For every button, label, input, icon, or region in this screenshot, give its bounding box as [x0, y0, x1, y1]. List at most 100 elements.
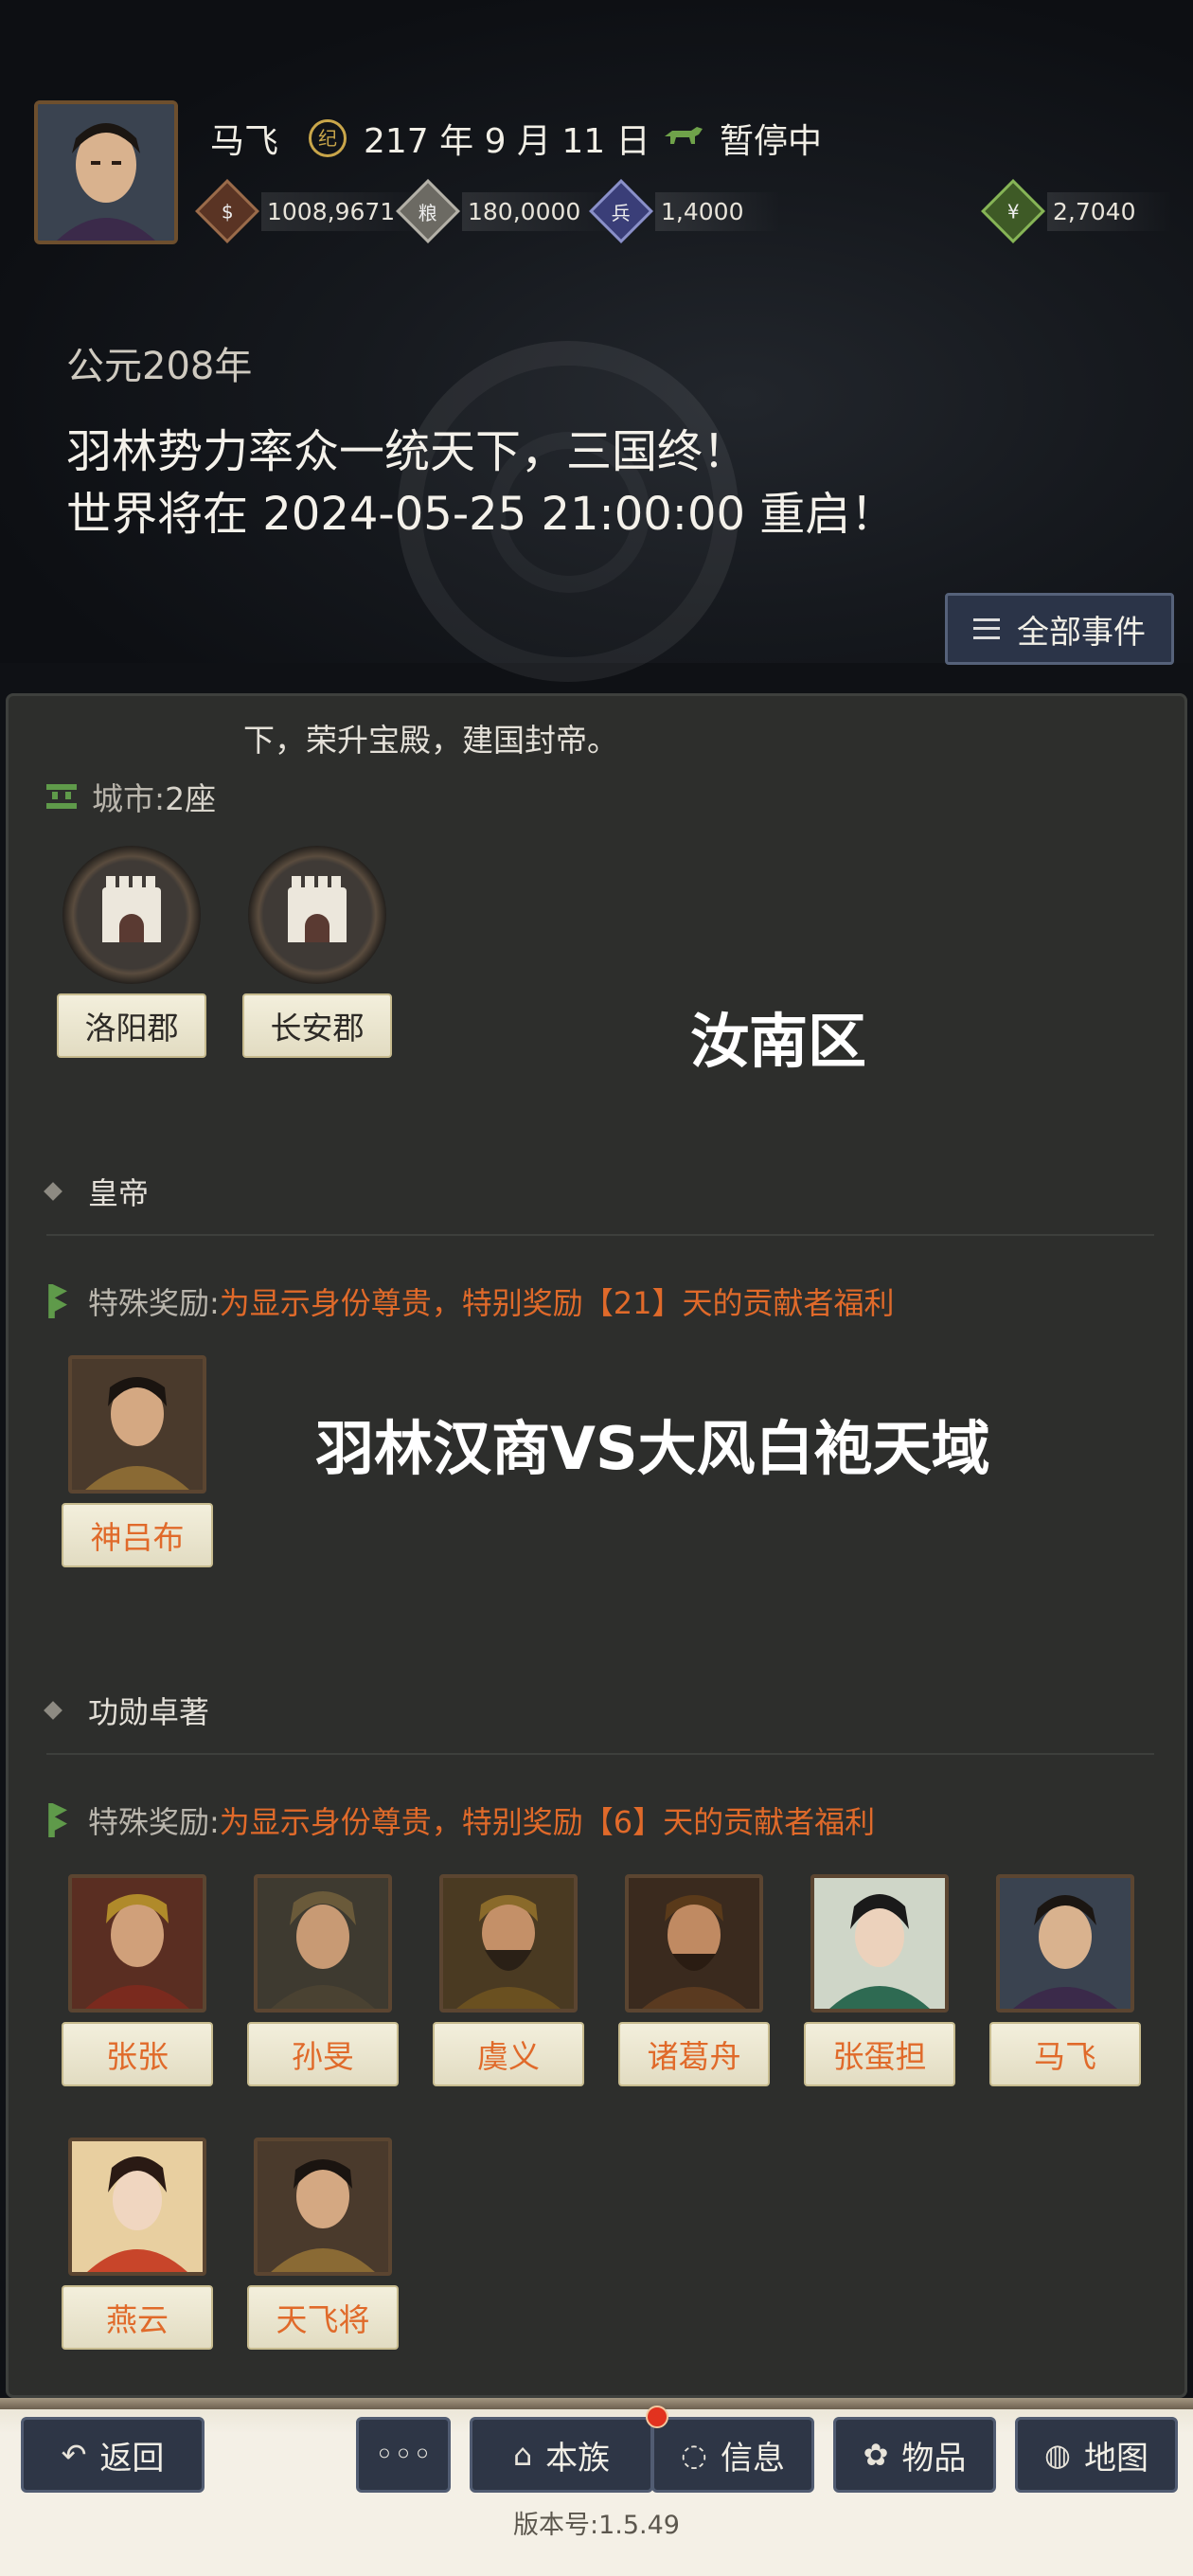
more-button[interactable]: ◦◦◦ [356, 2417, 451, 2493]
section-title-text: 皇帝 [88, 1175, 150, 1211]
hero-portrait [68, 2138, 206, 2276]
hero-card[interactable]: 孙旻 [247, 1874, 399, 2086]
server-overlay-text: 汝南区 [690, 1007, 867, 1076]
reward-text: 为显示身份尊贵，特别奖励【21】天的贡献者福利 [219, 1285, 895, 1321]
announcement-line-1: 羽林势力率众一统天下，三国终！ [66, 425, 749, 478]
emperor-section-title: 皇帝 [44, 1170, 150, 1213]
hero-card[interactable]: 燕云 [62, 2138, 213, 2350]
section-title-text: 功勋卓著 [88, 1694, 210, 1730]
resource-value: 2,7040 [1047, 191, 1174, 231]
status-header: 马飞 纪 217 年 9 月 11 日 暂停中 $ 1008,9671 粮 18… [0, 0, 1193, 682]
diamond-bullet-icon [44, 1701, 62, 1720]
menu-icon [973, 618, 1000, 639]
button-label: 本族 [545, 2439, 611, 2478]
all-events-button[interactable]: 全部事件 [945, 593, 1174, 665]
reward-text: 为显示身份尊贵，特别奖励【6】天的贡献者福利 [219, 1804, 876, 1840]
city-item[interactable]: 洛阳郡 [48, 846, 215, 1058]
money-bag-icon: ¥ [981, 179, 1045, 243]
resource-money-bag[interactable]: ¥ 2,7040 [981, 179, 1174, 243]
back-arrow-icon: ↶ [61, 2437, 87, 2473]
city-name: 长安郡 [242, 993, 392, 1058]
era-year: 公元208年 [66, 345, 253, 388]
city-badge [62, 846, 201, 984]
message-button[interactable]: ◌ 信息 [651, 2417, 814, 2493]
hero-name: 天飞将 [247, 2285, 399, 2350]
hero-name: 神吕布 [62, 1503, 213, 1567]
hero-name: 张张 [62, 2022, 213, 2086]
notification-dot [646, 2406, 668, 2428]
reward-label: 特殊奖励: [88, 1804, 220, 1840]
resource-grain[interactable]: 粮 180,0000 [396, 179, 619, 243]
chat-bubble-icon: ◌ [681, 2437, 707, 2473]
button-label: 返回 [99, 2439, 165, 2478]
divider [46, 1753, 1154, 1755]
city-badge [248, 846, 386, 984]
hero-card[interactable]: 张张 [62, 1874, 213, 2086]
diamond-bullet-icon [44, 1182, 62, 1201]
banner-flag-icon [48, 1803, 67, 1837]
city-wall-icon [46, 784, 77, 809]
calendar-emblem-icon: 纪 [309, 119, 347, 157]
hero-portrait [625, 1874, 763, 2012]
city-item[interactable]: 长安郡 [234, 846, 401, 1058]
back-button[interactable]: ↶ 返回 [21, 2417, 205, 2493]
hero-name: 虞义 [433, 2022, 584, 2086]
items-icon: ✿ [863, 2437, 889, 2473]
city-gate-icon [288, 876, 347, 942]
hero-portrait [68, 1355, 206, 1494]
event-text-fragment: 下，荣升宝殿，建国封帝。 [243, 722, 618, 759]
hero-portrait [68, 1874, 206, 2012]
emperor-reward: 特殊奖励: 为显示身份尊贵，特别奖励【21】天的贡献者福利 [46, 1279, 895, 1323]
announcement-line-2: 世界将在 2024-05-25 21:00:00 重启！ [66, 488, 897, 541]
all-events-label: 全部事件 [1017, 613, 1146, 652]
map-icon: ◍ [1044, 2437, 1071, 2473]
player-name: 马飞 [210, 122, 279, 161]
hero-portrait [439, 1874, 578, 2012]
items-button[interactable]: ✿ 物品 [833, 2417, 996, 2493]
event-detail-panel[interactable]: 下，荣升宝殿，建国封帝。 城市: 2座 洛阳郡 长安郡 汝南区 皇帝 特殊奖励:… [6, 693, 1187, 2398]
hero-portrait [254, 2138, 392, 2276]
hero-name: 张蛋担 [804, 2022, 955, 2086]
cities-label: 城市: [92, 780, 166, 817]
unification-announcement: 羽林势力率众一统天下，三国终！ 世界将在 2024-05-25 21:00:00… [66, 420, 896, 546]
hero-name: 燕云 [62, 2285, 213, 2350]
hero-card[interactable]: 虞义 [433, 1874, 584, 2086]
hero-card[interactable]: 神吕布 [62, 1355, 213, 1567]
hero-name: 孙旻 [247, 2022, 399, 2086]
hero-portrait [996, 1874, 1134, 2012]
player-avatar[interactable] [34, 100, 178, 244]
clan-icon: ⌂ [512, 2437, 533, 2473]
game-date: 217 年 9 月 11 日 [364, 122, 650, 161]
reward-label: 特殊奖励: [88, 1285, 220, 1321]
city-name: 洛阳郡 [57, 993, 206, 1058]
banner-flag-icon [48, 1284, 67, 1318]
cities-header: 城市: 2座 [46, 774, 216, 819]
hero-card[interactable]: 张蛋担 [804, 1874, 955, 2086]
merit-reward: 特殊奖励: 为显示身份尊贵，特别奖励【6】天的贡献者福利 [46, 1798, 875, 1842]
hero-name: 马飞 [989, 2022, 1141, 2086]
map-button[interactable]: ◍ 地图 [1015, 2417, 1178, 2493]
button-label: 物品 [901, 2439, 967, 2478]
hero-card[interactable]: 马飞 [989, 1874, 1141, 2086]
cities-count: 2座 [165, 780, 217, 817]
merit-section-title: 功勋卓著 [44, 1689, 210, 1732]
clan-button[interactable]: ⌂ 本族 [470, 2417, 653, 2493]
horse-icon [665, 127, 703, 144]
hero-card[interactable]: 天飞将 [247, 2138, 399, 2350]
button-label: 信息 [720, 2439, 785, 2478]
pause-status[interactable]: 暂停中 [720, 114, 822, 163]
city-gate-icon [102, 876, 161, 942]
resource-troops[interactable]: 兵 1,4000 [589, 179, 782, 243]
resource-value: 1,4000 [655, 191, 782, 231]
hero-portrait [810, 1874, 949, 2012]
decorative-rail [0, 2398, 1193, 2409]
more-dots-icon: ◦◦◦ [374, 2436, 433, 2474]
divider [46, 1234, 1154, 1236]
version-label: 版本号:1.5.49 [513, 2511, 680, 2540]
grain-icon: 粮 [396, 179, 460, 243]
coin-icon: $ [195, 179, 259, 243]
button-label: 地图 [1083, 2439, 1148, 2478]
match-overlay-text: 羽林汉商VS大风白袍天域 [315, 1414, 990, 1483]
hero-card[interactable]: 诸葛舟 [618, 1874, 770, 2086]
troops-icon: 兵 [589, 179, 653, 243]
